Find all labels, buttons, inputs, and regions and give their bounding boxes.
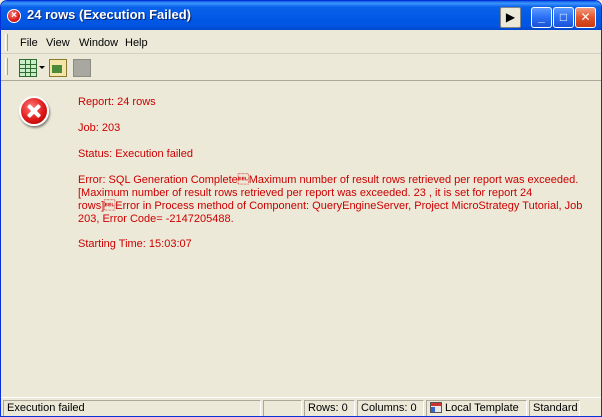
- template-name: Local Template: [445, 402, 519, 414]
- error-title-icon: ×: [7, 9, 21, 23]
- report-content: Report: 24 rows Job: 203 Status: Executi…: [1, 82, 601, 397]
- error-icon: [19, 96, 49, 126]
- grid-view-icon[interactable]: [19, 59, 37, 77]
- menu-file[interactable]: File: [20, 37, 38, 49]
- error-message: Error: SQL Generation CompleteMaximum n…: [78, 174, 583, 225]
- rows-count: Rows: 0: [304, 400, 355, 416]
- menu-bar: File View Window Help: [1, 31, 601, 54]
- report-name: Report: 24 rows: [78, 96, 156, 108]
- toolbar: [1, 55, 601, 81]
- report-wizard-icon[interactable]: [49, 59, 67, 77]
- job-id: Job: 203: [78, 122, 121, 134]
- status-bar: Execution failed Rows: 0 Columns: 0 Loca…: [1, 397, 601, 416]
- maximize-button[interactable]: □: [553, 7, 574, 28]
- window-title: 24 rows (Execution Failed): [27, 7, 191, 22]
- minimize-button[interactable]: _: [531, 7, 552, 28]
- menu-grip[interactable]: [5, 34, 8, 51]
- starting-time: Starting Time: 15:03:07: [78, 238, 192, 250]
- menu-view[interactable]: View: [46, 37, 70, 49]
- play-button[interactable]: ▶: [500, 7, 521, 28]
- status-text: Execution failed: [3, 400, 261, 416]
- menu-help[interactable]: Help: [125, 37, 148, 49]
- toolbar-grip[interactable]: [5, 58, 8, 75]
- title-bar[interactable]: × 24 rows (Execution Failed) ▶ _ □ ✕: [1, 1, 601, 30]
- template-icon: [430, 402, 442, 413]
- columns-count: Columns: 0: [357, 400, 424, 416]
- execution-status: Status: Execution failed: [78, 148, 193, 160]
- status-spacer: [263, 400, 302, 416]
- close-button[interactable]: ✕: [575, 7, 596, 28]
- report-window: × 24 rows (Execution Failed) ▶ _ □ ✕ Fil…: [0, 0, 602, 417]
- view-mode: Standard: [529, 400, 580, 416]
- template-panel: Local Template: [426, 400, 527, 416]
- stop-icon: [73, 59, 91, 77]
- menu-window[interactable]: Window: [79, 37, 118, 49]
- dropdown-arrow-icon[interactable]: [39, 66, 45, 69]
